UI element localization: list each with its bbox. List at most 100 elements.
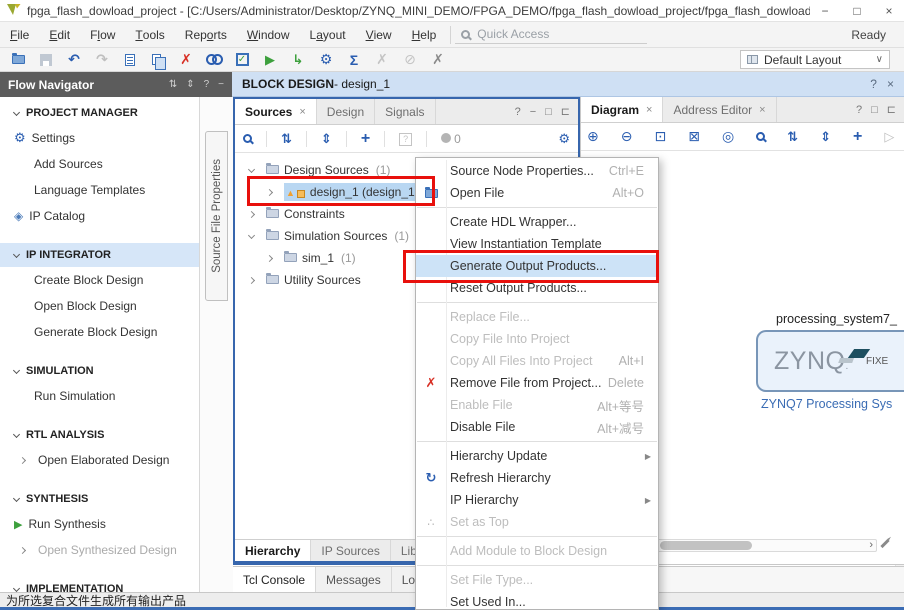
menu-tools[interactable]: Tools: [125, 22, 174, 47]
menu-item-ip-hierarchy[interactable]: IP Hierarchy▶: [416, 489, 658, 511]
menu-item-reset-output-products[interactable]: Reset Output Products...: [416, 277, 658, 299]
help-icon[interactable]: ?: [204, 79, 210, 90]
menu-file[interactable]: File: [0, 22, 39, 47]
help-icon[interactable]: ?: [856, 104, 862, 116]
maximize-icon[interactable]: □: [848, 4, 866, 18]
menu-flow[interactable]: Flow: [80, 22, 125, 47]
processing-system7-block[interactable]: ZYNQ. FIXE: [756, 330, 904, 392]
sidebar-item-run-simulation[interactable]: Run Simulation: [0, 383, 199, 409]
maximize-icon[interactable]: □: [871, 104, 878, 116]
sources-bottom-tab-ip-sources[interactable]: IP Sources: [311, 540, 390, 561]
menu-reports[interactable]: Reports: [175, 22, 237, 47]
menu-view[interactable]: View: [356, 22, 402, 47]
sidebar-section-implementation[interactable]: IMPLEMENTATION: [0, 577, 199, 592]
step-into-button[interactable]: ↳: [284, 49, 312, 71]
menu-item-source-node-properties[interactable]: Source Node Properties...Ctrl+E: [416, 160, 658, 182]
report-button[interactable]: [116, 49, 144, 71]
diagram-tab-address-editor[interactable]: Address Editor×: [663, 97, 776, 122]
find-button[interactable]: [200, 49, 228, 71]
float-icon[interactable]: ⊏: [561, 105, 570, 118]
collapse-all-icon[interactable]: ⇅: [281, 131, 292, 147]
quick-access-search[interactable]: Quick Access: [455, 25, 647, 44]
zoom-fit-icon[interactable]: ⊡: [654, 128, 666, 145]
sidebar-item-open-synthesized-design[interactable]: Open Synthesized Design: [0, 537, 199, 563]
sidebar-section-simulation[interactable]: SIMULATION: [0, 359, 199, 383]
chevron-down-icon[interactable]: [248, 231, 255, 238]
open-project-button[interactable]: [4, 49, 32, 71]
chevron-right-icon[interactable]: [248, 276, 255, 283]
expand-icon[interactable]: ⇕: [186, 79, 194, 90]
source-file-properties-tab[interactable]: Source File Properties: [205, 131, 228, 301]
close-icon[interactable]: ×: [299, 106, 305, 118]
pencil-icon[interactable]: [880, 539, 889, 548]
chevron-right-icon[interactable]: [248, 210, 255, 217]
help-icon[interactable]: ?: [515, 106, 521, 118]
search-icon[interactable]: [243, 132, 252, 146]
minimize-icon[interactable]: −: [530, 106, 536, 118]
chevron-right-icon[interactable]: [266, 188, 273, 195]
menu-item-create-hdl-wrapper[interactable]: Create HDL Wrapper...: [416, 211, 658, 233]
add-sources-icon[interactable]: +: [361, 130, 370, 148]
menu-help[interactable]: Help: [402, 22, 447, 47]
minimize-icon[interactable]: −: [218, 79, 224, 90]
expand-all-icon[interactable]: ⇕: [321, 131, 332, 147]
close-icon[interactable]: ×: [646, 104, 652, 116]
menu-item-set-used-in[interactable]: Set Used In...: [416, 591, 658, 610]
add-ip-icon[interactable]: +: [853, 128, 862, 146]
stop-x-button[interactable]: ✗: [424, 49, 452, 71]
sources-bottom-tab-hierarchy[interactable]: Hierarchy: [235, 540, 311, 561]
sidebar-section-ip-integrator[interactable]: IP INTEGRATOR: [0, 243, 199, 267]
float-icon[interactable]: ⊏: [887, 103, 896, 116]
fit-selection-icon[interactable]: ⊠: [688, 128, 700, 145]
menu-item-disable-file[interactable]: Disable FileAlt+减号: [416, 416, 658, 438]
close-icon[interactable]: ×: [880, 4, 898, 18]
sidebar-item-ip-catalog[interactable]: ◈IP Catalog: [0, 203, 199, 229]
console-tab-messages[interactable]: Messages: [316, 567, 392, 592]
maximize-icon[interactable]: □: [545, 106, 552, 118]
menu-layout[interactable]: Layout: [300, 22, 356, 47]
menu-item-open-file[interactable]: Open FileAlt+O: [416, 182, 658, 204]
layout-selector[interactable]: Default Layout ∨: [740, 50, 890, 69]
menu-item-refresh-hierarchy[interactable]: ↻Refresh Hierarchy: [416, 467, 658, 489]
sources-tab-design[interactable]: Design: [317, 99, 375, 124]
autofit-icon[interactable]: ◎: [722, 128, 734, 145]
settings-gear-button[interactable]: ⚙: [312, 49, 340, 71]
console-tab-tcl-console[interactable]: Tcl Console: [233, 567, 316, 592]
sidebar-section-rtl-analysis[interactable]: RTL ANALYSIS: [0, 423, 199, 447]
sidebar-section-synthesis[interactable]: SYNTHESIS: [0, 487, 199, 511]
sidebar-item-generate-block-design[interactable]: Generate Block Design: [0, 319, 199, 345]
sidebar-item-open-block-design[interactable]: Open Block Design: [0, 293, 199, 319]
chevron-right-icon[interactable]: [266, 254, 273, 261]
sources-tab-sources[interactable]: Sources×: [235, 99, 317, 124]
sidebar-item-add-sources[interactable]: Add Sources: [0, 151, 199, 177]
scrollbar-thumb[interactable]: [660, 541, 752, 550]
sidebar-item-language-templates[interactable]: Language Templates: [0, 177, 199, 203]
sigma-button[interactable]: Σ: [340, 49, 368, 71]
scroll-right-icon[interactable]: ›: [869, 539, 873, 551]
menu-item-generate-output-products[interactable]: Generate Output Products...: [416, 255, 658, 277]
sidebar-item-run-synthesis[interactable]: ▶Run Synthesis: [0, 511, 199, 537]
delete-button[interactable]: ✗: [172, 49, 200, 71]
settings-gear-icon[interactable]: ⚙: [558, 131, 570, 147]
sources-tab-signals[interactable]: Signals: [375, 99, 435, 124]
menu-edit[interactable]: Edit: [39, 22, 80, 47]
zoom-in-icon[interactable]: ⊕: [587, 128, 599, 145]
menu-window[interactable]: Window: [237, 22, 300, 47]
copy-button[interactable]: [144, 49, 172, 71]
undo-button[interactable]: ↶: [60, 49, 88, 71]
sidebar-item-open-elaborated-design[interactable]: Open Elaborated Design: [0, 447, 199, 473]
zoom-out-icon[interactable]: ⊖: [621, 128, 633, 145]
search-icon[interactable]: [756, 130, 765, 144]
close-icon[interactable]: ×: [887, 77, 894, 91]
menu-item-view-instantiation-template[interactable]: View Instantiation Template: [416, 233, 658, 255]
chevron-down-icon[interactable]: [248, 165, 255, 172]
menu-item-remove-file-from-project[interactable]: ✗Remove File from Project...Delete: [416, 372, 658, 394]
close-icon[interactable]: ×: [759, 104, 765, 116]
menu-item-hierarchy-update[interactable]: Hierarchy Update▶: [416, 445, 658, 467]
sidebar-section-project-manager[interactable]: PROJECT MANAGER: [0, 101, 199, 125]
sidebar-item-settings[interactable]: ⚙Settings: [0, 125, 199, 151]
sidebar-item-create-block-design[interactable]: Create Block Design: [0, 267, 199, 293]
validate-button[interactable]: ✓: [228, 49, 256, 71]
diagram-tab-diagram[interactable]: Diagram×: [581, 97, 663, 122]
minimize-icon[interactable]: −: [816, 4, 834, 18]
